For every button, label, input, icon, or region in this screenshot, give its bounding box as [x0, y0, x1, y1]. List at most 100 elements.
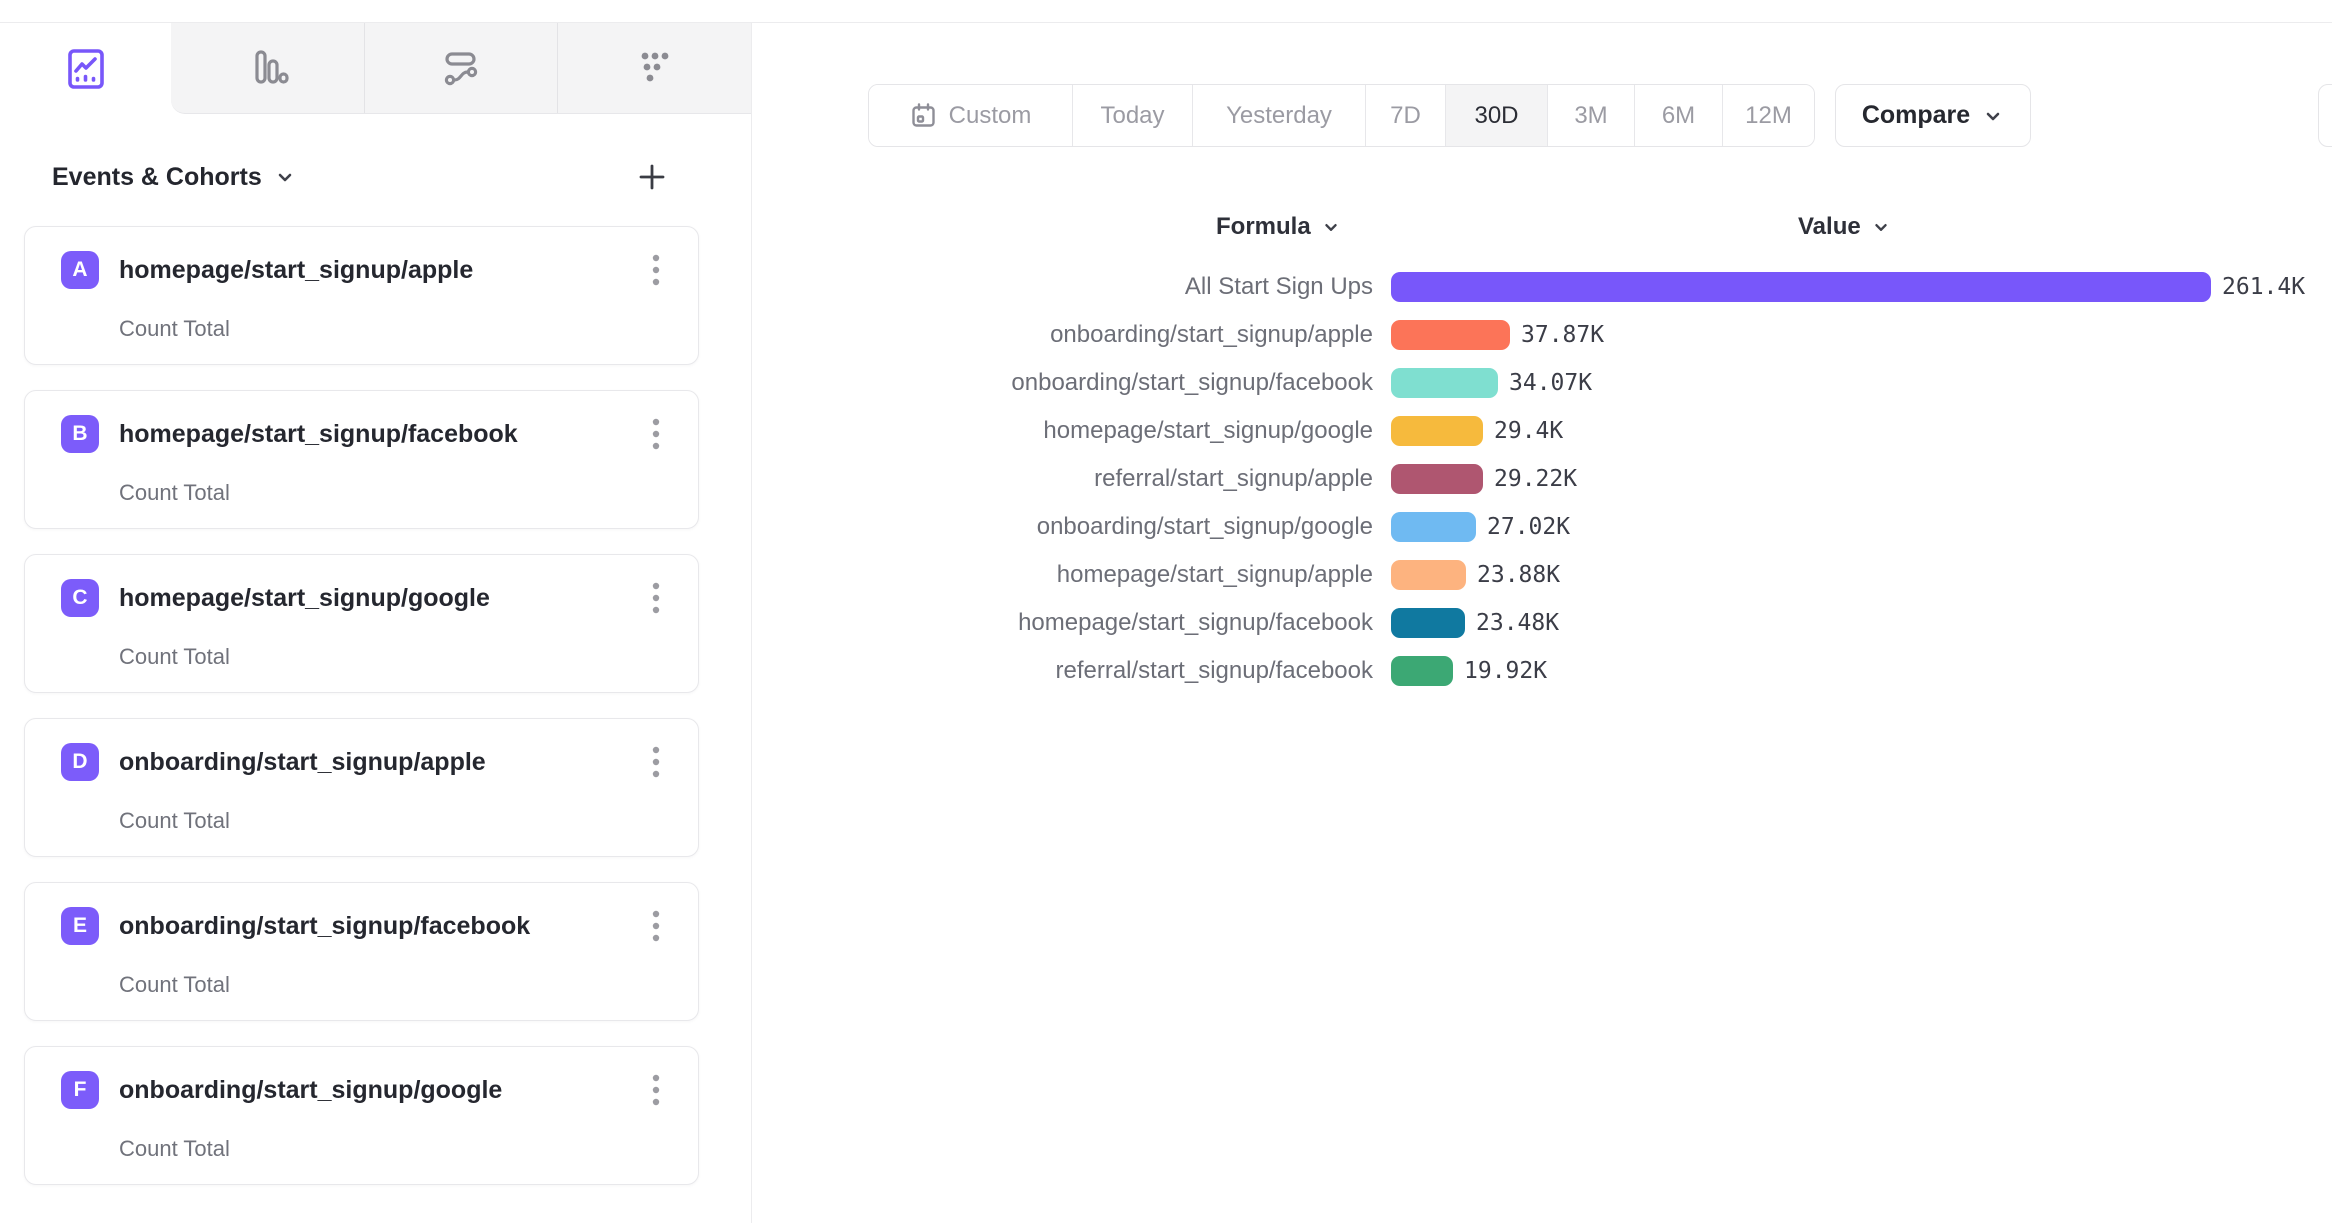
event-card-e[interactable]: E onboarding/start_signup/facebook Count…	[24, 882, 699, 1021]
event-title: onboarding/start_signup/google	[119, 1076, 502, 1105]
clipped-right-button[interactable]	[2318, 84, 2332, 147]
chart-bar[interactable]	[1391, 416, 1483, 446]
chart-row: onboarding/start_signup/google 27.02K	[752, 503, 2305, 551]
events-section-header: Events & Cohorts	[52, 162, 667, 192]
date-range-12m[interactable]: 12M	[1722, 85, 1814, 146]
date-range-custom[interactable]: Custom	[869, 85, 1072, 146]
bar-chart-icon	[244, 45, 290, 91]
event-card-d[interactable]: D onboarding/start_signup/apple Count To…	[24, 718, 699, 857]
formula-header-dropdown[interactable]: Formula	[1216, 213, 1341, 241]
event-card-c[interactable]: C homepage/start_signup/google Count Tot…	[24, 554, 699, 693]
tab-bar-chart[interactable]	[171, 23, 364, 113]
event-badge: D	[61, 743, 99, 781]
chart-value-label: 27.02K	[1487, 514, 1570, 540]
chart-type-tab-group	[171, 23, 751, 114]
events-cohorts-dropdown[interactable]: Events & Cohorts	[52, 163, 296, 192]
date-range-toolbar: Custom Today Yesterday 7D 30D 3M 6M 12M …	[868, 84, 2031, 147]
tab-insights-line-chart[interactable]	[0, 23, 171, 114]
chart-row: onboarding/start_signup/apple 37.87K	[752, 311, 2305, 359]
event-badge: A	[61, 251, 99, 289]
chart-value-label: 19.92K	[1464, 658, 1547, 684]
chart-value-label: 34.07K	[1509, 370, 1592, 396]
event-card-b[interactable]: B homepage/start_signup/facebook Count T…	[24, 390, 699, 529]
line-chart-icon	[63, 46, 109, 92]
chevron-down-icon	[1321, 217, 1341, 237]
chart-row: homepage/start_signup/facebook 23.48K	[752, 599, 2305, 647]
date-range-today[interactable]: Today	[1072, 85, 1192, 146]
chevron-down-icon	[1871, 217, 1891, 237]
kebab-icon	[652, 745, 660, 779]
event-title: homepage/start_signup/google	[119, 584, 490, 613]
value-header-dropdown[interactable]: Value	[1798, 213, 1891, 241]
event-title: onboarding/start_signup/facebook	[119, 912, 530, 941]
chart-category-label: homepage/start_signup/google	[752, 417, 1373, 445]
event-badge: C	[61, 579, 99, 617]
event-aggregation[interactable]: Count Total	[119, 1136, 670, 1162]
chart-bar[interactable]	[1391, 608, 1465, 638]
top-window-bar	[0, 0, 2332, 23]
chart-bar[interactable]	[1391, 464, 1483, 494]
chart-column-headers: Formula Value	[752, 213, 2332, 247]
event-aggregation[interactable]: Count Total	[119, 644, 670, 670]
chart-row: homepage/start_signup/apple 23.88K	[752, 551, 2305, 599]
chart-category-label: homepage/start_signup/facebook	[752, 609, 1373, 637]
event-title: onboarding/start_signup/apple	[119, 748, 486, 777]
add-event-button[interactable]	[637, 162, 667, 192]
chart-row: referral/start_signup/facebook 19.92K	[752, 647, 2305, 695]
event-badge: E	[61, 907, 99, 945]
chart-value-label: 23.48K	[1476, 610, 1559, 636]
chevron-down-icon	[274, 166, 296, 188]
chart-bar[interactable]	[1391, 368, 1498, 398]
date-range-yesterday[interactable]: Yesterday	[1192, 85, 1365, 146]
event-menu-button[interactable]	[642, 741, 670, 783]
chart-value-label: 29.4K	[1494, 418, 1563, 444]
event-card-a[interactable]: A homepage/start_signup/apple Count Tota…	[24, 226, 699, 365]
chart-value-label: 261.4K	[2222, 274, 2305, 300]
chart-category-label: referral/start_signup/facebook	[752, 657, 1373, 685]
date-range-30d[interactable]: 30D	[1445, 85, 1547, 146]
report-content: Custom Today Yesterday 7D 30D 3M 6M 12M …	[752, 23, 2332, 1223]
event-badge: B	[61, 415, 99, 453]
chart-value-label: 29.22K	[1494, 466, 1577, 492]
event-menu-button[interactable]	[642, 905, 670, 947]
event-badge: F	[61, 1071, 99, 1109]
tab-retention[interactable]	[557, 23, 751, 113]
chart-category-label: onboarding/start_signup/apple	[752, 321, 1373, 349]
chart-bar[interactable]	[1391, 560, 1466, 590]
event-title: homepage/start_signup/facebook	[119, 420, 518, 449]
kebab-icon	[652, 253, 660, 287]
date-range-7d[interactable]: 7D	[1365, 85, 1445, 146]
event-aggregation[interactable]: Count Total	[119, 316, 670, 342]
event-menu-button[interactable]	[642, 249, 670, 291]
kebab-icon	[652, 417, 660, 451]
chart-row: referral/start_signup/apple 29.22K	[752, 455, 2305, 503]
chevron-down-icon	[1982, 105, 2004, 127]
chart-bar[interactable]	[1391, 512, 1476, 542]
funnel-dots-icon	[632, 45, 678, 91]
event-title: homepage/start_signup/apple	[119, 256, 473, 285]
event-menu-button[interactable]	[642, 1069, 670, 1111]
chart-row: homepage/start_signup/google 29.4K	[752, 407, 2305, 455]
chart-category-label: All Start Sign Ups	[752, 273, 1373, 301]
event-aggregation[interactable]: Count Total	[119, 972, 670, 998]
date-range-3m[interactable]: 3M	[1547, 85, 1634, 146]
event-aggregation[interactable]: Count Total	[119, 808, 670, 834]
event-aggregation[interactable]: Count Total	[119, 480, 670, 506]
chart-bar[interactable]	[1391, 656, 1453, 686]
compare-button[interactable]: Compare	[1835, 84, 2031, 147]
chart-row: onboarding/start_signup/facebook 34.07K	[752, 359, 2305, 407]
kebab-icon	[652, 909, 660, 943]
date-range-6m[interactable]: 6M	[1634, 85, 1722, 146]
calendar-icon	[910, 102, 937, 129]
chart-type-tabstrip	[0, 23, 751, 114]
plus-icon	[637, 162, 667, 192]
event-menu-button[interactable]	[642, 577, 670, 619]
chart-category-label: onboarding/start_signup/facebook	[752, 369, 1373, 397]
tab-flows[interactable]	[364, 23, 558, 113]
kebab-icon	[652, 1073, 660, 1107]
flows-icon	[438, 45, 484, 91]
event-menu-button[interactable]	[642, 413, 670, 455]
chart-bar[interactable]	[1391, 320, 1510, 350]
chart-bar[interactable]	[1391, 272, 2211, 302]
event-card-f[interactable]: F onboarding/start_signup/google Count T…	[24, 1046, 699, 1185]
